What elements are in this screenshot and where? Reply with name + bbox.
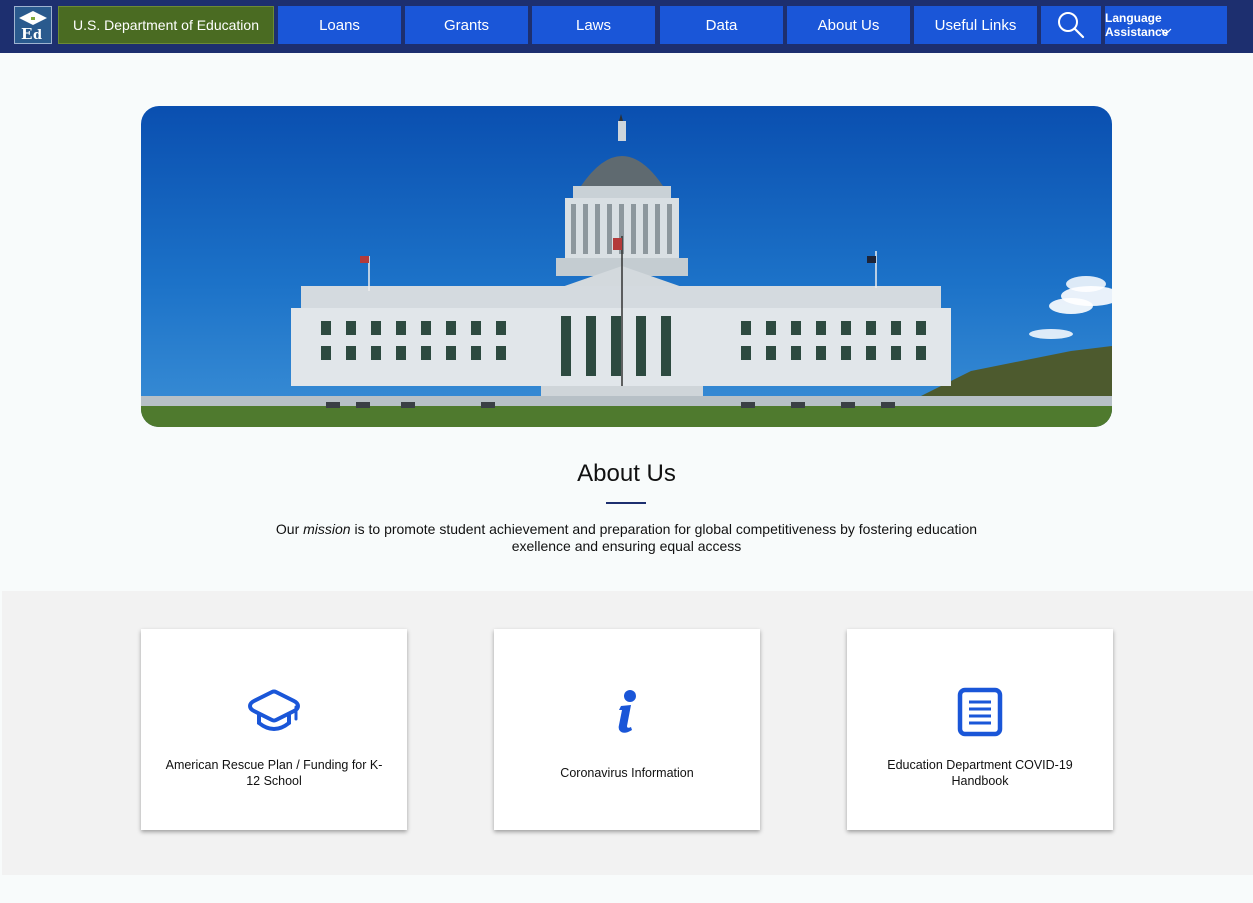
chevron-down-icon bbox=[1160, 28, 1172, 35]
capitol-building-illustration bbox=[141, 114, 1112, 427]
ed-logo[interactable]: E d bbox=[14, 6, 52, 44]
nav-loans[interactable]: Loans bbox=[278, 6, 401, 44]
top-nav-bar: E d U.S. Department of Education Loans G… bbox=[0, 0, 1253, 53]
svg-text:E: E bbox=[21, 25, 32, 41]
department-name[interactable]: U.S. Department of Education bbox=[58, 6, 274, 44]
card-covid-19-handbook[interactable]: Education Department COVID-19 Handbook bbox=[847, 629, 1113, 830]
search-button[interactable] bbox=[1041, 6, 1101, 44]
mission-prefix: Our bbox=[275, 521, 304, 537]
card-coronavirus-information[interactable]: Coronavirus Information bbox=[494, 629, 760, 830]
language-assistance-button[interactable]: Language Assistance bbox=[1105, 6, 1227, 44]
card-american-rescue-plan[interactable]: American Rescue Plan / Funding for K-12 … bbox=[141, 629, 407, 830]
mission-text: is to promote student achievement and pr… bbox=[350, 521, 978, 554]
svg-text:d: d bbox=[33, 28, 42, 41]
info-icon bbox=[618, 690, 636, 733]
nav-laws[interactable]: Laws bbox=[532, 6, 655, 44]
nav-data[interactable]: Data bbox=[660, 6, 783, 44]
nav-grants[interactable]: Grants bbox=[405, 6, 528, 44]
nav-about-us[interactable]: About Us bbox=[787, 6, 910, 44]
ed-logo-icon: E d bbox=[19, 11, 47, 41]
mission-emphasis: mission bbox=[303, 521, 351, 537]
heading-divider bbox=[606, 502, 646, 504]
card-label: American Rescue Plan / Funding for K-12 … bbox=[165, 758, 383, 788]
card-label: Coronavirus Information bbox=[560, 766, 694, 780]
search-icon bbox=[1058, 12, 1085, 39]
hero-image-capitol-building bbox=[141, 106, 1112, 427]
document-icon bbox=[957, 687, 1003, 737]
card-label: Education Department COVID-19 Handbook bbox=[887, 758, 1073, 788]
nav-useful-links[interactable]: Useful Links bbox=[914, 6, 1037, 44]
about-us-heading: About Us bbox=[577, 460, 676, 487]
mission-statement: Our mission is to promote student achiev… bbox=[270, 521, 983, 555]
graduation-cap-icon bbox=[247, 689, 301, 731]
